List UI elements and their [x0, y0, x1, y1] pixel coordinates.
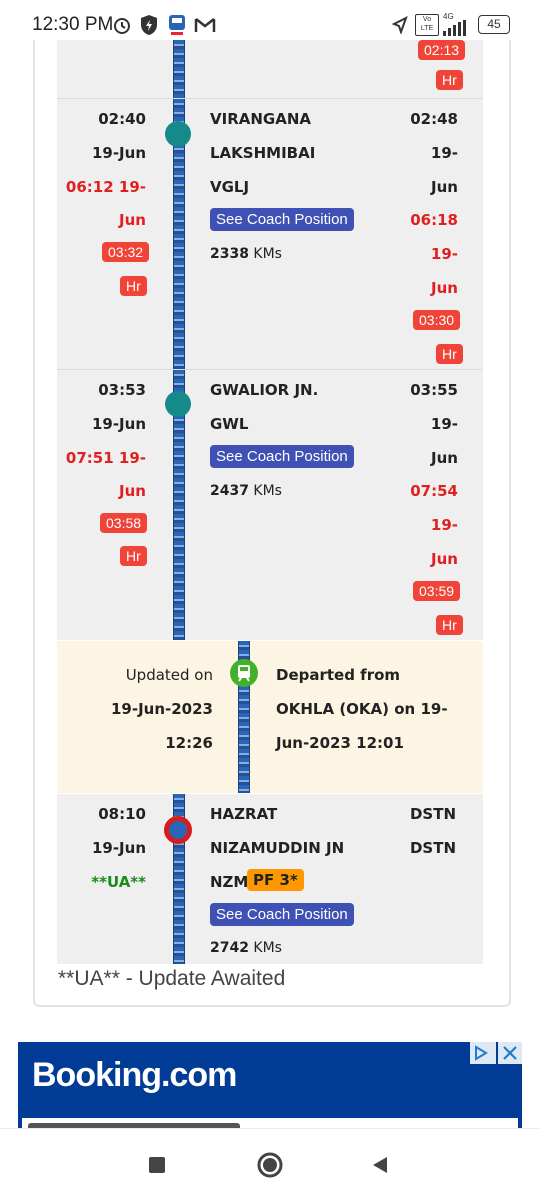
battery-level: 45 — [487, 17, 501, 31]
alarm-icon — [114, 18, 130, 34]
signal-icon — [443, 20, 466, 36]
arrival-date: 19-Jun — [91, 415, 146, 433]
actual-departure: 07:54 — [410, 482, 458, 500]
destination-marker — [164, 816, 192, 844]
distance: 2742 KMs — [210, 940, 282, 956]
ad-brand: Booking.com — [32, 1056, 237, 1094]
actual-departure-date-cont: Jun — [431, 550, 458, 568]
gmail-icon — [194, 18, 216, 32]
departed-station: OKHLA (OKA) on 19- — [276, 700, 448, 718]
battery-icon: 45 — [478, 15, 510, 34]
recents-icon[interactable] — [148, 1156, 166, 1174]
ad-banner[interactable]: Booking.com — [18, 1042, 522, 1137]
station-code: NZM — [210, 873, 249, 891]
distance-value: 2742 — [210, 940, 249, 956]
distance-unit: KMs — [253, 940, 282, 956]
prev-delay-badge: 02:13 — [418, 40, 466, 60]
volte-indicator: Vo LTE — [415, 14, 439, 36]
station-marker — [165, 391, 191, 417]
train-icon — [230, 659, 258, 687]
departure-status-cont: DSTN — [409, 839, 456, 857]
see-coach-position-button[interactable]: See Coach Position — [210, 208, 354, 231]
platform-badge: PF 3* — [247, 869, 304, 891]
status-time: 12:30 PM — [32, 14, 114, 35]
departure-date-cont: Jun — [431, 449, 458, 467]
arrival-delay-badge: 03:32 — [102, 242, 150, 262]
updated-on-label: Updated on — [125, 666, 213, 684]
legend-note: **UA** - Update Awaited — [58, 967, 286, 990]
distance: 2338 KMs — [210, 246, 282, 262]
see-coach-position-button[interactable]: See Coach Position — [210, 903, 354, 926]
distance-unit: KMs — [253, 246, 282, 262]
arrival-time: 02:40 — [98, 110, 146, 128]
distance: 2437 KMs — [210, 483, 282, 499]
updated-time: 12:26 — [165, 734, 213, 752]
arrival-date: 19-Jun — [91, 839, 146, 857]
departure-time: 03:55 — [410, 381, 458, 399]
actual-arrival: 06:12 19- — [65, 178, 146, 196]
system-nav-bar — [0, 1128, 540, 1201]
actual-arrival-date: Jun — [119, 211, 146, 229]
departure-status: DSTN — [409, 805, 456, 823]
arrival-delay-unit: Hr — [120, 546, 147, 566]
route-track — [173, 40, 185, 98]
departure-delay-unit: Hr — [436, 615, 463, 635]
actual-departure-date: 19- — [430, 516, 458, 534]
station-code: VGLJ — [210, 178, 250, 196]
departure-delay-unit: Hr — [436, 344, 463, 364]
distance-unit: KMs — [253, 483, 282, 499]
arrival-delay-badge: 03:58 — [100, 513, 148, 533]
arrival-date: 19-Jun — [91, 144, 146, 162]
prev-delay-unit: Hr — [436, 70, 463, 90]
see-coach-position-button[interactable]: See Coach Position — [210, 445, 354, 468]
shield-icon — [141, 15, 157, 35]
updated-date: 19-Jun-2023 — [110, 700, 213, 718]
arrival-delay-unit: Hr — [120, 276, 147, 296]
departed-datetime: Jun-2023 12:01 — [276, 734, 404, 752]
departure-time: 02:48 — [410, 110, 458, 128]
distance-value: 2437 — [210, 483, 249, 499]
departure-delay-badge: 03:59 — [413, 581, 461, 601]
departure-date: 19- — [430, 415, 458, 433]
actual-arrival: 07:51 19- — [65, 449, 146, 467]
arrival-time: 08:10 — [98, 805, 146, 823]
train-icon — [169, 15, 185, 35]
update-awaited-status: **UA** — [91, 873, 146, 891]
departure-date-cont: Jun — [431, 178, 458, 196]
station-code: GWL — [210, 415, 249, 433]
close-icon[interactable] — [498, 1042, 522, 1064]
station-name[interactable]: GWALIOR JN. — [210, 381, 318, 399]
arrival-time: 03:53 — [98, 381, 146, 399]
adchoices-icon[interactable] — [470, 1042, 496, 1064]
location-icon — [392, 16, 408, 34]
distance-value: 2338 — [210, 246, 249, 262]
station-name-cont[interactable]: LAKSHMIBAI — [210, 144, 315, 162]
station-name[interactable]: HAZRAT — [210, 805, 277, 823]
actual-departure: 06:18 — [410, 211, 458, 229]
actual-departure-date-cont: Jun — [431, 279, 458, 297]
departed-from-label: Departed from — [276, 666, 401, 684]
station-marker — [165, 121, 191, 147]
actual-departure-date: 19- — [430, 245, 458, 263]
back-icon[interactable] — [370, 1155, 390, 1175]
departure-date: 19- — [430, 144, 458, 162]
home-icon[interactable] — [256, 1151, 284, 1179]
departure-delay-badge: 03:30 — [413, 310, 461, 330]
station-name-cont[interactable]: NIZAMUDDIN JN — [210, 839, 344, 857]
actual-arrival-date: Jun — [119, 482, 146, 500]
station-name[interactable]: VIRANGANA — [210, 110, 311, 128]
